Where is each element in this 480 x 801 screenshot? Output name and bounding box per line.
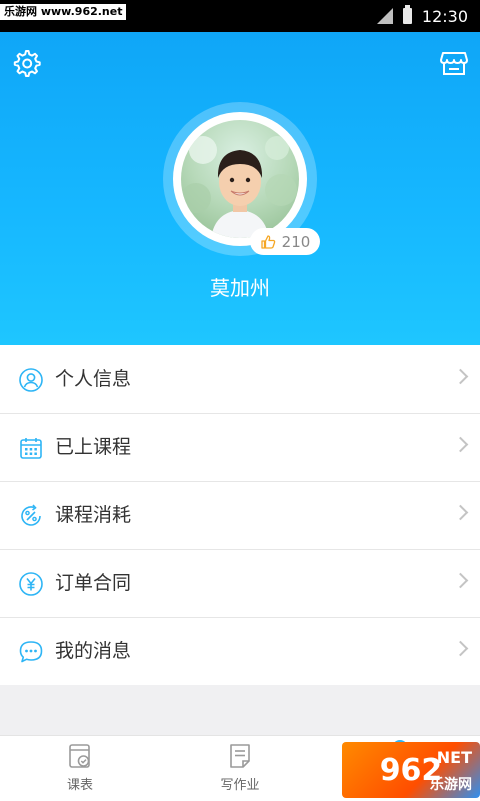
watermark-cn: 乐游网 bbox=[430, 777, 472, 793]
tab-label: 课表 bbox=[66, 778, 93, 793]
menu-item-attended-courses[interactable]: 已上课程 bbox=[0, 413, 480, 481]
like-count: 210 bbox=[281, 232, 311, 251]
avatar-illustration bbox=[181, 136, 297, 238]
percent-refresh-icon bbox=[21, 504, 41, 526]
user-name: 莫加州 bbox=[210, 276, 270, 300]
profile-header: 210 莫加州 bbox=[0, 32, 480, 345]
chevron-right-icon bbox=[452, 436, 469, 453]
status-icons: 12:30 bbox=[376, 0, 468, 32]
thumbs-up-icon bbox=[261, 234, 275, 249]
menu-item-label: 个人信息 bbox=[55, 368, 132, 390]
chevron-right-icon bbox=[452, 640, 469, 657]
status-bar: 乐游网 www.962.net 12:30 bbox=[0, 0, 480, 32]
battery-icon bbox=[402, 5, 412, 24]
gear-icon[interactable] bbox=[11, 48, 41, 78]
menu-item-label: 我的消息 bbox=[55, 640, 132, 662]
menu-item-label: 已上课程 bbox=[55, 436, 132, 458]
watermark-logo: 962 .NET 乐游网 bbox=[342, 742, 480, 798]
signal-icon bbox=[376, 8, 393, 24]
schedule-book-icon bbox=[69, 744, 90, 768]
calendar-icon bbox=[20, 438, 42, 459]
profile-menu: 个人信息 已上课程 课程消耗 订单合同 我的消息 bbox=[0, 345, 480, 685]
menu-item-my-messages[interactable]: 我的消息 bbox=[0, 617, 480, 685]
tab-schedule[interactable]: 课表 bbox=[40, 736, 120, 801]
store-icon[interactable] bbox=[439, 48, 469, 78]
person-icon bbox=[19, 368, 43, 392]
chevron-right-icon bbox=[452, 504, 469, 521]
homework-note-icon bbox=[230, 744, 250, 768]
chevron-right-icon bbox=[452, 572, 469, 589]
avatar[interactable] bbox=[181, 120, 299, 238]
watermark-label: 乐游网 www.962.net bbox=[0, 4, 127, 20]
yuan-icon bbox=[19, 572, 43, 596]
tab-label: 写作业 bbox=[220, 778, 260, 793]
avatar-frame bbox=[173, 112, 307, 246]
watermark-net: .NET bbox=[430, 748, 472, 767]
chat-icon bbox=[19, 641, 43, 663]
menu-item-course-consumption[interactable]: 课程消耗 bbox=[0, 481, 480, 549]
like-badge[interactable]: 210 bbox=[250, 228, 320, 255]
menu-item-order-contract[interactable]: 订单合同 bbox=[0, 549, 480, 617]
clock: 12:30 bbox=[421, 6, 468, 26]
menu-item-label: 订单合同 bbox=[55, 572, 132, 594]
menu-item-label: 课程消耗 bbox=[55, 504, 132, 526]
tab-homework[interactable]: 写作业 bbox=[200, 736, 280, 801]
menu-item-personal-info[interactable]: 个人信息 bbox=[0, 345, 480, 413]
chevron-right-icon bbox=[452, 368, 469, 385]
